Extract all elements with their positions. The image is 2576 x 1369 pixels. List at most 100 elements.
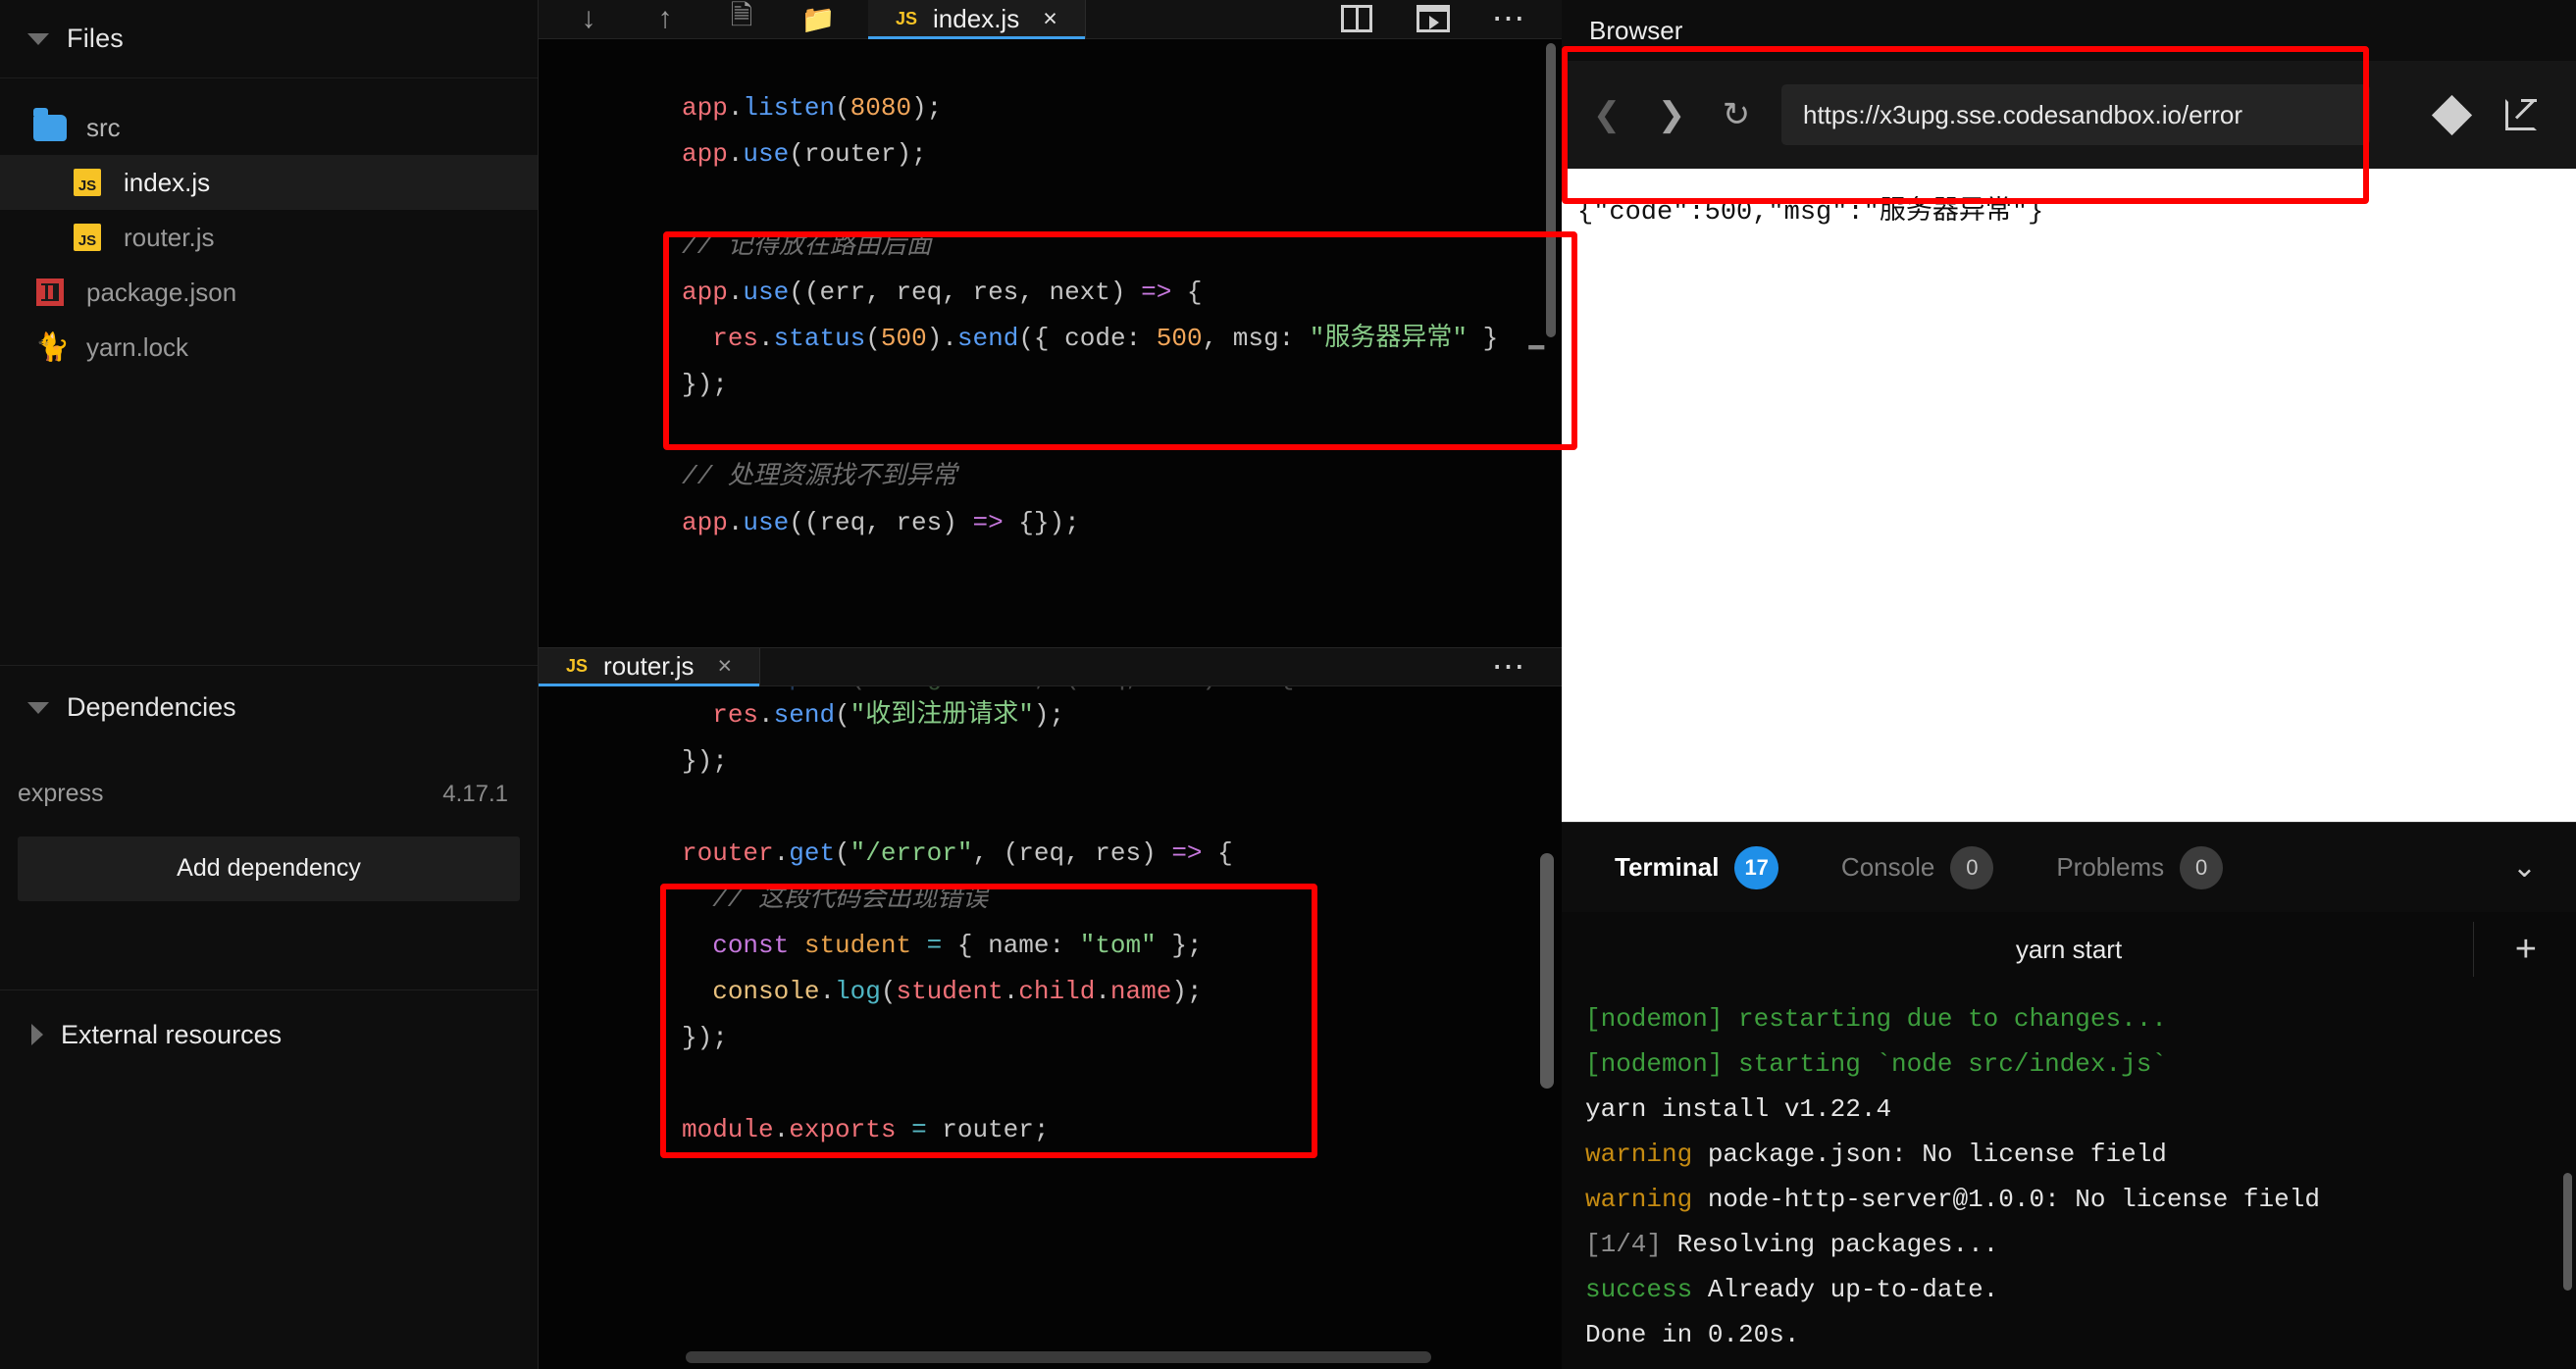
new-file-icon[interactable]: 🗎 [723,0,760,37]
tree-item-label: router.js [124,222,215,252]
terminal-line: warning node-http-server@1.0.0: No licen… [1585,1185,2320,1214]
code-line[interactable]: 9app.use((err, req, res, next) => { [539,270,1562,316]
divider [2473,922,2474,977]
fold-indicator[interactable]: ━ [1528,333,1544,364]
close-icon[interactable]: × [718,652,733,681]
code-line[interactable]: 18}); [539,1015,1562,1061]
chevron-right-icon[interactable]: ❯ [1652,95,1691,134]
status-badge: 17 [1734,845,1778,889]
gutter [539,38,682,647]
code-line[interactable]: 12}); [539,738,1562,785]
codesandbox-ide: Files src JS index.js JS router.js packa… [0,0,2576,1369]
dependencies-header[interactable]: Dependencies [0,666,538,750]
responsive-mode-icon[interactable] [2431,94,2473,136]
editor-scrollbar[interactable] [1540,853,1554,1089]
code-line[interactable]: 7 [539,177,1562,224]
chevron-down-icon[interactable] [27,32,49,45]
terminal-line: yarn install v1.22.4 [1585,1094,1892,1124]
code-text: const student = { name: "tom" }; [712,931,1203,960]
code-line[interactable]: 20module.exports = router; [539,1107,1562,1153]
files-header[interactable]: Files [0,0,538,78]
tree-item-package-json[interactable]: package.json [0,265,538,320]
editor-actions-bottom: ⋯ [1458,648,1562,685]
code-line[interactable]: 11 res.send("收到注册请求"); [539,692,1562,738]
external-resources-header[interactable]: External resources [0,989,538,1080]
browser-page-content: {"code":500,"msg":"服务器异常"} [1562,169,2576,822]
editor-hscrollbar[interactable] [686,1351,1431,1363]
code-line[interactable]: 21 [539,1153,1562,1199]
js-file-icon: JS [896,8,918,28]
code-line[interactable]: 13// 处理资源找不到异常 [539,454,1562,500]
chevron-left-icon[interactable]: ❮ [1587,95,1626,134]
more-options-icon[interactable]: ⋯ [1491,648,1528,685]
terminal-line: Done in 0.20s. [1585,1320,1800,1349]
code-line[interactable]: 14app.use((req, res) => {}); [539,500,1562,546]
open-external-icon[interactable] [2505,99,2537,130]
js-file-icon: JS [71,223,104,252]
js-file-icon: JS [71,168,104,197]
terminal-line: [nodemon] starting `node src/index.js` [1585,1049,2167,1079]
tab-console[interactable]: Console 0 [1841,845,1994,889]
code-line[interactable]: 4 [539,39,1562,85]
code-line[interactable]: 14router.get("/error", (req, res) => { [539,831,1562,877]
code-line[interactable]: 16 const student = { name: "tom" }; [539,923,1562,969]
terminal-scrollbar[interactable] [2563,1173,2572,1291]
tab-problems[interactable]: Problems 0 [2056,845,2224,889]
upload-icon[interactable]: ↑ [646,0,684,37]
split-pane-icon[interactable] [1338,0,1375,37]
add-dependency-button[interactable]: Add dependency [18,836,520,901]
terminal-output[interactable]: [nodemon] restarting due to changes... [n… [1562,987,2576,1369]
code-text: // 这段代码会出现错误 [682,885,989,914]
browser-panel: Browser ❮ ❯ ↻ https://x3upg.sse.codesand… [1562,0,2576,822]
tree-item-label: package.json [86,277,237,307]
chevron-down-icon[interactable]: ⌄ [2512,850,2537,885]
chevron-down-icon[interactable] [27,701,49,714]
code-line[interactable]: 10router.post("/register", (req, res) =>… [539,686,1562,692]
close-icon[interactable]: × [1043,5,1057,33]
tree-item-router-js[interactable]: JS router.js [0,210,538,265]
folder-icon [33,107,67,142]
code-line[interactable]: 12 [539,408,1562,454]
more-options-icon[interactable]: ⋯ [1491,0,1528,37]
code-editor-index-js[interactable]: 45app.listen(8080);6app.use(router);78//… [539,38,1562,647]
editor-scrollbar[interactable] [1546,42,1556,337]
code-line[interactable]: 19 [539,1061,1562,1107]
code-line[interactable]: 17 console.log(student.child.name); [539,969,1562,1015]
code-line[interactable]: 11}); [539,362,1562,408]
tab-router-js[interactable]: JS router.js × [539,647,761,687]
plus-icon[interactable]: + [2515,929,2537,971]
code-line[interactable]: 8// 记得放在路由后面 [539,224,1562,270]
tab-terminal[interactable]: Terminal 17 [1615,845,1778,889]
tab-label: Terminal [1615,852,1720,882]
code-line[interactable]: 5app.listen(8080); [539,85,1562,131]
code-line[interactable]: 6app.use(router); [539,131,1562,177]
code-line[interactable]: 15 [539,546,1562,592]
tree-item-index-js[interactable]: JS index.js [0,155,538,210]
dependency-row[interactable]: express 4.17.1 [0,768,538,821]
reload-icon[interactable]: ↻ [1717,95,1756,134]
terminal-title: yarn start [2015,934,2123,964]
new-folder-icon[interactable]: 📁 [799,0,837,37]
code-text: console.log(student.child.name); [712,977,1203,1006]
external-resources-label: External resources [61,1019,283,1049]
files-header-label: Files [67,24,125,53]
terminal-line: success Already up-to-date. [1585,1275,1999,1304]
chevron-right-icon[interactable] [31,1024,43,1045]
preview-run-icon[interactable] [1415,0,1452,37]
code-text: app.use(router); [682,138,927,169]
code-line[interactable]: 10 res.status(500).send({ code: 500, msg… [539,316,1562,362]
tree-item-src[interactable]: src [0,100,538,155]
code-editor-router-js[interactable]: 10router.post("/register", (req, res) =>… [539,686,1562,1369]
gutter [539,686,682,1369]
code-text: // 处理资源找不到异常 [682,461,957,491]
download-icon[interactable]: ↓ [570,0,607,37]
tree-item-yarn-lock[interactable]: 🐈 yarn.lock [0,320,538,375]
terminal-line: [nodemon] restarting due to changes... [1585,1004,2167,1034]
code-line[interactable]: 15 // 这段代码会出现错误 [539,877,1562,923]
url-input[interactable]: https://x3upg.sse.codesandbox.io/error [1781,84,2370,145]
file-tree: src JS index.js JS router.js package.jso… [0,78,538,665]
code-line[interactable]: 13 [539,785,1562,831]
editor-actions: ⋯ [1305,0,1562,38]
tab-index-js[interactable]: JS index.js × [868,0,1086,39]
